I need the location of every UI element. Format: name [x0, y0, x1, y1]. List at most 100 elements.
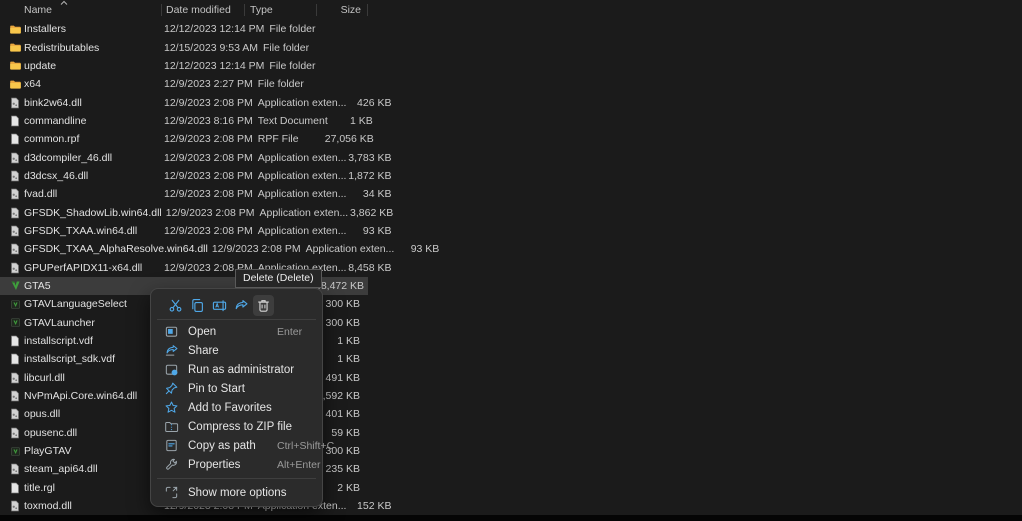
file-name: Redistributables — [22, 42, 160, 54]
column-header-size[interactable]: Size — [317, 4, 368, 16]
file-type: Application exten... — [254, 207, 348, 219]
file-name: GFSDK_ShadowLib.win64.dll — [22, 207, 162, 219]
column-header-type[interactable]: Type — [245, 4, 317, 16]
file-size: 93 KB — [394, 243, 445, 255]
copy-icon[interactable] — [187, 295, 208, 316]
file-row[interactable]: update 12/12/2023 12:14 PM File folder — [0, 57, 368, 75]
file-name: GFSDK_TXAA.win64.dll — [22, 225, 160, 237]
menu-item-copy-as-path[interactable]: Copy as path Ctrl+Shift+C — [155, 436, 318, 455]
file-type: Application exten... — [253, 170, 347, 182]
file-size: 8,458 KB — [346, 262, 397, 274]
file-size: 27,056 KB — [325, 133, 380, 145]
menu-item-open[interactable]: Open Enter — [155, 322, 318, 341]
file-row[interactable]: x64 12/9/2023 2:27 PM File folder — [0, 75, 368, 93]
file-date-modified: 12/9/2023 8:16 PM — [160, 115, 253, 127]
dll-icon — [8, 371, 22, 385]
wrench-icon — [163, 457, 179, 473]
file-row[interactable]: fvad.dll 12/9/2023 2:08 PM Application e… — [0, 185, 368, 203]
file-size: 1,872 KB — [346, 170, 397, 182]
menu-item-run-as-administrator[interactable]: Run as administrator — [155, 360, 318, 379]
file-name: Installers — [22, 23, 160, 35]
menu-item-properties[interactable]: Properties Alt+Enter — [155, 455, 318, 474]
dll-icon — [8, 242, 22, 256]
file-size: 152 KB — [346, 500, 397, 512]
folder-icon — [8, 77, 22, 91]
file-date-modified: 12/9/2023 2:08 PM — [208, 243, 301, 255]
menu-item-pin-to-start[interactable]: Pin to Start — [155, 379, 318, 398]
file-type: Application exten... — [253, 152, 347, 164]
share-icon[interactable] — [231, 295, 252, 316]
file-name: title.rgl — [22, 482, 160, 494]
file-size: 48,472 KB — [315, 280, 370, 292]
file-date-modified: 12/15/2023 9:53 AM — [160, 42, 258, 54]
file-name: fvad.dll — [22, 188, 160, 200]
menu-item-add-to-favorites[interactable]: Add to Favorites — [155, 398, 318, 417]
file-date-modified: 12/9/2023 2:08 PM — [160, 97, 253, 109]
file-name: commandline — [22, 115, 160, 127]
menu-item-shortcut: Alt+Enter — [277, 459, 320, 471]
doc-icon — [8, 114, 22, 128]
file-date-modified: 12/9/2023 2:08 PM — [160, 188, 253, 200]
file-row[interactable]: Installers 12/12/2023 12:14 PM File fold… — [0, 20, 368, 38]
file-name: GTAVLanguageSelect — [22, 298, 160, 310]
file-row[interactable]: common.rpf 12/9/2023 2:08 PM RPF File 27… — [0, 130, 368, 148]
file-size: 3,783 KB — [346, 152, 397, 164]
file-type: Application exten... — [301, 243, 395, 255]
menu-item-show-more-options[interactable]: Show more options — [155, 483, 318, 502]
folder-icon — [8, 59, 22, 73]
file-row[interactable]: GFSDK_ShadowLib.win64.dll 12/9/2023 2:08… — [0, 203, 368, 221]
menu-divider — [157, 319, 316, 320]
file-type: Application exten... — [253, 97, 347, 109]
file-row[interactable]: d3dcsx_46.dll 12/9/2023 2:08 PM Applicat… — [0, 167, 368, 185]
file-row[interactable]: Redistributables 12/15/2023 9:53 AM File… — [0, 38, 368, 56]
doc-icon — [8, 481, 22, 495]
file-name: d3dcsx_46.dll — [22, 170, 160, 182]
file-row[interactable]: commandline 12/9/2023 8:16 PM Text Docum… — [0, 112, 368, 130]
dll-icon — [8, 96, 22, 110]
menu-item-shortcut: Ctrl+Shift+C — [277, 440, 334, 452]
file-date-modified: 12/9/2023 2:08 PM — [160, 170, 253, 182]
file-type: File folder — [253, 78, 325, 90]
file-size: 3,862 KB — [348, 207, 399, 219]
file-type: File folder — [258, 42, 330, 54]
share2-icon — [163, 343, 179, 359]
file-name: NvPmApi.Core.win64.dll — [22, 390, 160, 402]
pin-icon — [163, 381, 179, 397]
dll-icon — [8, 499, 22, 513]
dll-icon — [8, 407, 22, 421]
doc-icon — [8, 334, 22, 348]
doc-icon — [8, 132, 22, 146]
cut-icon[interactable] — [165, 295, 186, 316]
file-name: GPUPerfAPIDX11-x64.dll — [22, 262, 160, 274]
column-header-bar: Name Date modified Type Size — [0, 0, 368, 19]
file-row[interactable]: d3dcompiler_46.dll 12/9/2023 2:08 PM App… — [0, 148, 368, 166]
menu-item-shortcut: Enter — [277, 326, 302, 338]
file-name: GTA5 — [22, 280, 160, 292]
rename-icon[interactable] — [209, 295, 230, 316]
dll-icon — [8, 187, 22, 201]
file-name: installscript.vdf — [22, 335, 160, 347]
menu-item-compress-to-zip-file[interactable]: Compress to ZIP file — [155, 417, 318, 436]
file-type: File folder — [264, 23, 336, 35]
file-date-modified: 12/9/2023 2:27 PM — [160, 78, 253, 90]
file-row[interactable]: GFSDK_TXAA.win64.dll 12/9/2023 2:08 PM A… — [0, 222, 368, 240]
delete-icon[interactable] — [253, 295, 274, 316]
star-icon — [163, 400, 179, 416]
dll-icon — [8, 462, 22, 476]
zip-icon — [163, 419, 179, 435]
column-header-date-modified[interactable]: Date modified — [162, 4, 245, 16]
file-size: 93 KB — [346, 225, 397, 237]
file-date-modified: 12/12/2023 12:14 PM — [160, 60, 264, 72]
quick-actions-bar — [155, 292, 318, 318]
file-row[interactable]: bink2w64.dll 12/9/2023 2:08 PM Applicati… — [0, 93, 368, 111]
column-header-name[interactable]: Name — [0, 4, 162, 16]
file-row[interactable]: GFSDK_TXAA_AlphaResolve.win64.dll 12/9/2… — [0, 240, 368, 258]
gtasmall-icon — [8, 297, 22, 311]
file-date-modified: 12/9/2023 2:08 PM — [160, 133, 253, 145]
dll-icon — [8, 169, 22, 183]
file-name: GFSDK_TXAA_AlphaResolve.win64.dll — [22, 243, 208, 255]
file-name: libcurl.dll — [22, 372, 160, 384]
menu-item-share[interactable]: Share — [155, 341, 318, 360]
file-name: opusenc.dll — [22, 427, 160, 439]
dll-icon — [8, 426, 22, 440]
